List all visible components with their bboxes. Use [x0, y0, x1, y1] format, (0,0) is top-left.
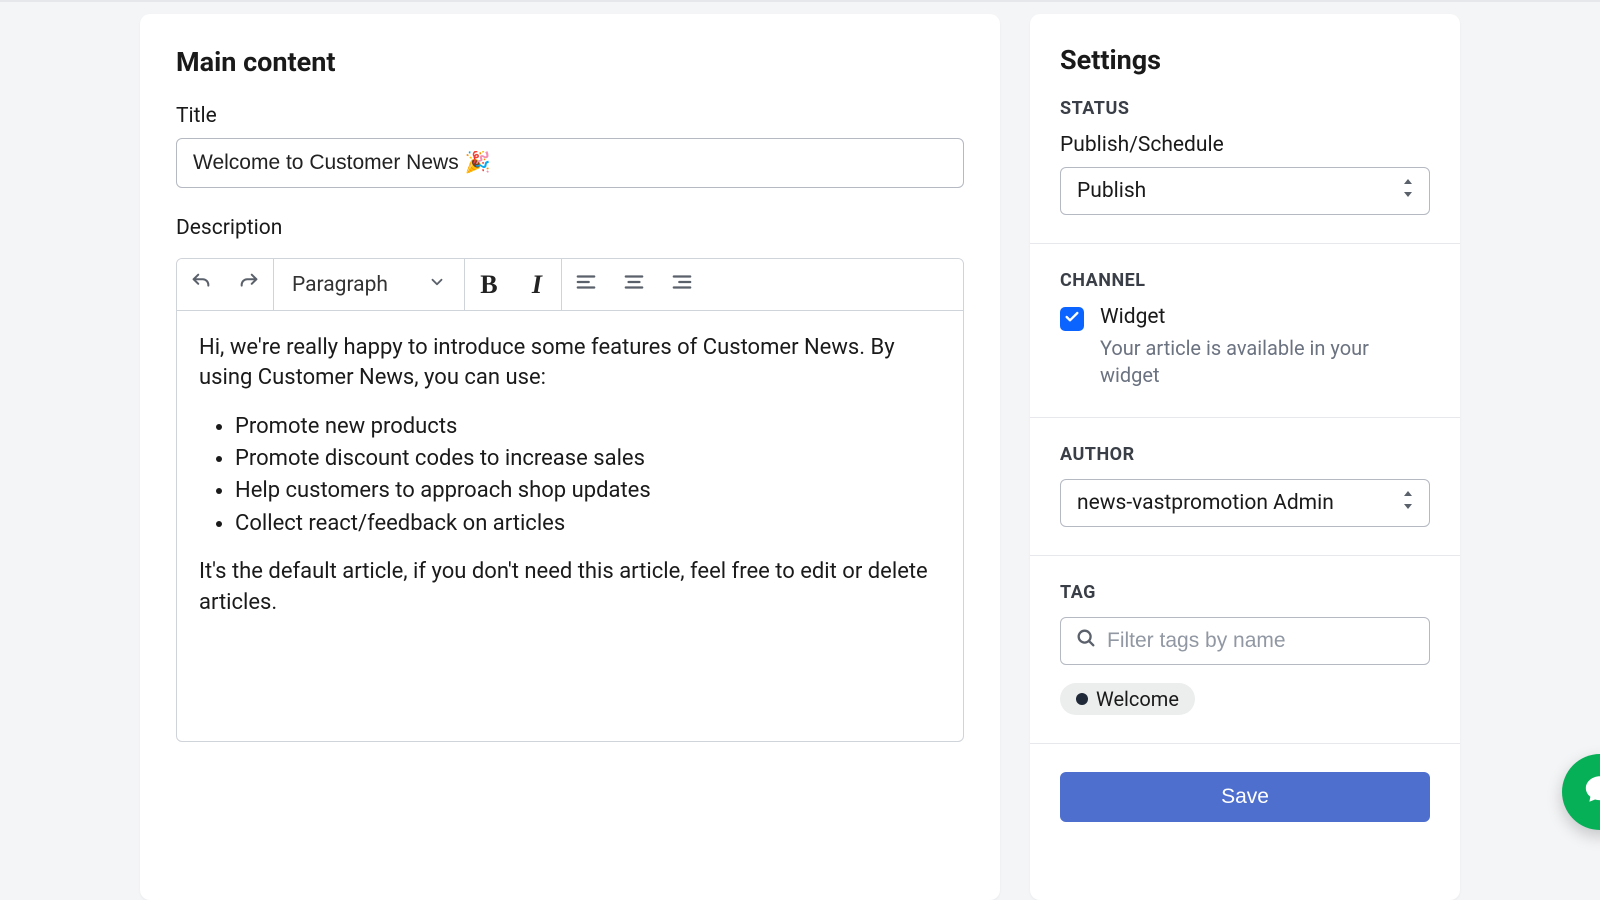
tag-filter-input[interactable]	[1107, 629, 1415, 653]
author-section: AUTHOR news-vastpromotion Admin	[1030, 418, 1460, 556]
widget-checkbox-description: Your article is available in your widget	[1100, 335, 1430, 389]
editor-bullet-list: Promote new products Promote discount co…	[235, 412, 941, 539]
tag-filter-wrap[interactable]	[1060, 617, 1430, 665]
description-label: Description	[176, 216, 964, 240]
publish-schedule-label: Publish/Schedule	[1060, 133, 1430, 157]
status-heading: STATUS	[1060, 98, 1430, 119]
description-editor: Paragraph B I	[176, 258, 964, 742]
author-heading: AUTHOR	[1060, 444, 1430, 465]
italic-icon: I	[532, 270, 542, 300]
editor-toolbar: Paragraph B I	[177, 259, 963, 311]
title-input[interactable]	[176, 138, 964, 188]
align-center-icon	[623, 271, 645, 299]
paragraph-style-select[interactable]: Paragraph	[274, 259, 464, 311]
redo-button[interactable]	[225, 259, 273, 311]
channel-heading: CHANNEL	[1060, 270, 1430, 291]
tag-section: TAG Welcome	[1030, 556, 1460, 744]
list-item: Promote discount codes to increase sales	[235, 444, 941, 474]
editor-outro: It's the default article, if you don't n…	[199, 557, 941, 618]
editor-intro: Hi, we're really happy to introduce some…	[199, 333, 941, 394]
select-caret-icon	[1401, 179, 1415, 203]
widget-checkbox[interactable]	[1060, 307, 1084, 331]
bold-icon: B	[480, 270, 497, 300]
list-item: Collect react/feedback on articles	[235, 509, 941, 539]
status-select-value: Publish	[1077, 179, 1146, 203]
paragraph-style-label: Paragraph	[292, 273, 388, 297]
align-center-button[interactable]	[610, 259, 658, 311]
search-icon	[1075, 627, 1097, 655]
settings-card: Settings STATUS Publish/Schedule Publish…	[1030, 14, 1460, 900]
select-caret-icon	[1401, 491, 1415, 515]
main-content-heading: Main content	[176, 46, 964, 78]
chat-icon	[1583, 772, 1600, 812]
align-left-icon	[575, 271, 597, 299]
align-right-icon	[671, 271, 693, 299]
tag-chip-label: Welcome	[1096, 687, 1179, 711]
channel-section: CHANNEL Widget Your article is available…	[1030, 244, 1460, 418]
italic-button[interactable]: I	[513, 259, 561, 311]
align-left-button[interactable]	[562, 259, 610, 311]
list-item: Promote new products	[235, 412, 941, 442]
undo-button[interactable]	[177, 259, 225, 311]
save-button[interactable]: Save	[1060, 772, 1430, 822]
chat-bubble-button[interactable]	[1562, 754, 1600, 830]
check-icon	[1064, 307, 1080, 331]
list-item: Help customers to approach shop updates	[235, 476, 941, 506]
redo-icon	[238, 271, 260, 299]
chevron-down-icon	[428, 273, 446, 297]
author-select[interactable]: news-vastpromotion Admin	[1060, 479, 1430, 527]
widget-checkbox-label: Widget	[1100, 305, 1430, 329]
tag-dot-icon	[1076, 693, 1088, 705]
status-section: STATUS Publish/Schedule Publish	[1030, 98, 1460, 244]
tag-chip[interactable]: Welcome	[1060, 683, 1195, 715]
status-select[interactable]: Publish	[1060, 167, 1430, 215]
tag-heading: TAG	[1060, 582, 1430, 603]
editor-body[interactable]: Hi, we're really happy to introduce some…	[177, 311, 963, 741]
settings-heading: Settings	[1030, 44, 1460, 76]
bold-button[interactable]: B	[465, 259, 513, 311]
undo-icon	[190, 271, 212, 299]
title-label: Title	[176, 104, 964, 128]
main-content-card: Main content Title Description Parag	[140, 14, 1000, 900]
align-right-button[interactable]	[658, 259, 706, 311]
author-select-value: news-vastpromotion Admin	[1077, 491, 1334, 515]
